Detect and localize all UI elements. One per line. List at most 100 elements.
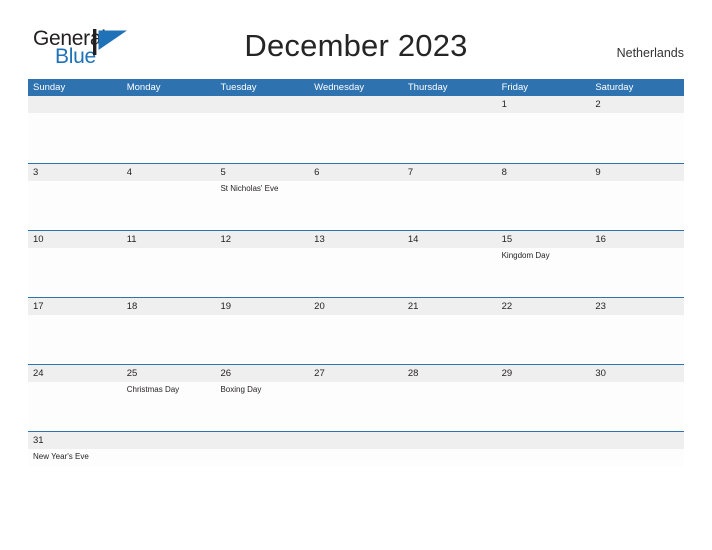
day-number-empty [215, 432, 309, 449]
day-cell-empty [403, 382, 497, 430]
day-cell-empty [590, 449, 684, 466]
weekday-header-monday: Monday [126, 82, 161, 93]
day-number-1[interactable]: 1 [497, 96, 591, 113]
day-cell-empty [497, 382, 591, 430]
day-cell-empty [215, 449, 309, 466]
day-event-15[interactable]: Kingdom Day [497, 248, 591, 296]
day-cell-empty [28, 315, 122, 363]
day-number-27[interactable]: 27 [309, 365, 403, 382]
week-date-band: 10 11 12 13 14 15 16 [28, 231, 684, 248]
day-cell-empty [122, 181, 216, 229]
weekday-header-wednesday: Wednesday [314, 82, 365, 93]
day-number-14[interactable]: 14 [403, 231, 497, 248]
day-number-11[interactable]: 11 [122, 231, 216, 248]
week-event-band: Kingdom Day [28, 248, 684, 296]
week-event-band: New Year's Eve [28, 449, 684, 466]
calendar-grid: Sunday Monday Tuesday Wednesday Thursday Frid… [28, 79, 684, 466]
week-date-band: 17 18 19 20 21 22 23 [28, 298, 684, 315]
calendar-week-row: 17 18 19 20 21 22 23 [28, 297, 684, 364]
day-cell-empty [497, 181, 591, 229]
day-cell-empty [497, 449, 591, 466]
day-cell-empty [403, 315, 497, 363]
day-cell-empty [309, 248, 403, 296]
day-cell-empty [122, 248, 216, 296]
day-number-6[interactable]: 6 [309, 164, 403, 181]
day-number-16[interactable]: 16 [590, 231, 684, 248]
day-number-10[interactable]: 10 [28, 231, 122, 248]
week-date-band: 12 [28, 96, 684, 113]
calendar-week-row: 31 New Year's Eve [28, 431, 684, 466]
week-event-band [28, 113, 684, 161]
calendar-weeks: 1 2 3 4 5 6 7 8 9 St Nicholas' Eve 10 11 12 13 14 15 16 K… [28, 96, 684, 466]
day-cell-empty [403, 181, 497, 229]
day-cell-empty [590, 382, 684, 430]
day-cell-empty [403, 248, 497, 296]
day-number-21[interactable]: 21 [403, 298, 497, 315]
day-number-17[interactable]: 17 [28, 298, 122, 315]
calendar-week-row: 3 4 5 6 7 8 9 St Nicholas' Eve [28, 163, 684, 230]
day-event-5[interactable]: St Nicholas' Eve [215, 181, 309, 229]
week-date-band: 31 [28, 432, 684, 449]
weekday-header-row: Sunday Monday Tuesday Wednesday Thursday Frid… [28, 79, 684, 96]
day-number-empty [215, 96, 309, 113]
weekday-header-sunday: Sunday [33, 82, 66, 93]
day-event-25[interactable]: Christmas Day [122, 382, 216, 430]
day-number-19[interactable]: 19 [215, 298, 309, 315]
day-number-28[interactable]: 28 [403, 365, 497, 382]
week-event-band: St Nicholas' Eve [28, 181, 684, 229]
day-number-31[interactable]: 31 [28, 432, 122, 449]
day-number-20[interactable]: 20 [309, 298, 403, 315]
day-number-empty [122, 96, 216, 113]
day-number-7[interactable]: 7 [403, 164, 497, 181]
day-number-15[interactable]: 15 [497, 231, 591, 248]
day-number-22[interactable]: 22 [497, 298, 591, 315]
calendar-week-row: 10 11 12 13 14 15 16 Kingdom Day [28, 230, 684, 297]
day-cell-empty [590, 248, 684, 296]
weekday-header-friday: Friday [501, 82, 528, 93]
day-number-empty [590, 432, 684, 449]
day-cell-empty [497, 315, 591, 363]
day-cell-empty [309, 113, 403, 161]
day-number-12[interactable]: 12 [215, 231, 309, 248]
day-event-31[interactable]: New Year's Eve [28, 449, 122, 466]
day-number-empty [403, 432, 497, 449]
day-number-23[interactable]: 23 [590, 298, 684, 315]
day-number-26[interactable]: 26 [215, 365, 309, 382]
day-cell-empty [309, 181, 403, 229]
day-event-26[interactable]: Boxing Day [215, 382, 309, 430]
day-cell-empty [403, 113, 497, 161]
day-number-4[interactable]: 4 [122, 164, 216, 181]
week-date-band: 3456789 [28, 164, 684, 181]
day-cell-empty [122, 315, 216, 363]
day-number-empty [28, 96, 122, 113]
day-number-29[interactable]: 29 [497, 365, 591, 382]
day-number-25[interactable]: 25 [122, 365, 216, 382]
day-cell-empty [28, 181, 122, 229]
day-number-30[interactable]: 30 [590, 365, 684, 382]
day-cell-empty [590, 315, 684, 363]
day-cell-empty [28, 382, 122, 430]
calendar-week-row: 24 25 26 27 28 29 30 Christmas Day Boxing Day [28, 364, 684, 431]
day-cell-empty [309, 449, 403, 466]
day-cell-empty [309, 382, 403, 430]
weekday-header-thursday: Thursday [407, 82, 448, 93]
day-number-9[interactable]: 9 [590, 164, 684, 181]
day-cell-empty [403, 449, 497, 466]
day-number-24[interactable]: 24 [28, 365, 122, 382]
week-event-band [28, 315, 684, 363]
weekday-header-saturday: Saturday [595, 82, 634, 93]
day-number-2[interactable]: 2 [590, 96, 684, 113]
day-number-13[interactable]: 13 [309, 231, 403, 248]
week-date-band: 24 25 26 27 28 29 30 [28, 365, 684, 382]
day-number-3[interactable]: 3 [28, 164, 122, 181]
day-cell-empty [497, 113, 591, 161]
page-header: General Blue December 2023 Netherlands [0, 0, 712, 68]
day-number-8[interactable]: 8 [497, 164, 591, 181]
day-cell-empty [215, 315, 309, 363]
day-number-18[interactable]: 18 [122, 298, 216, 315]
day-number-empty [122, 432, 216, 449]
day-cell-empty [590, 113, 684, 161]
day-cell-empty [122, 113, 216, 161]
day-cell-empty [590, 181, 684, 229]
day-number-5[interactable]: 5 [215, 164, 309, 181]
